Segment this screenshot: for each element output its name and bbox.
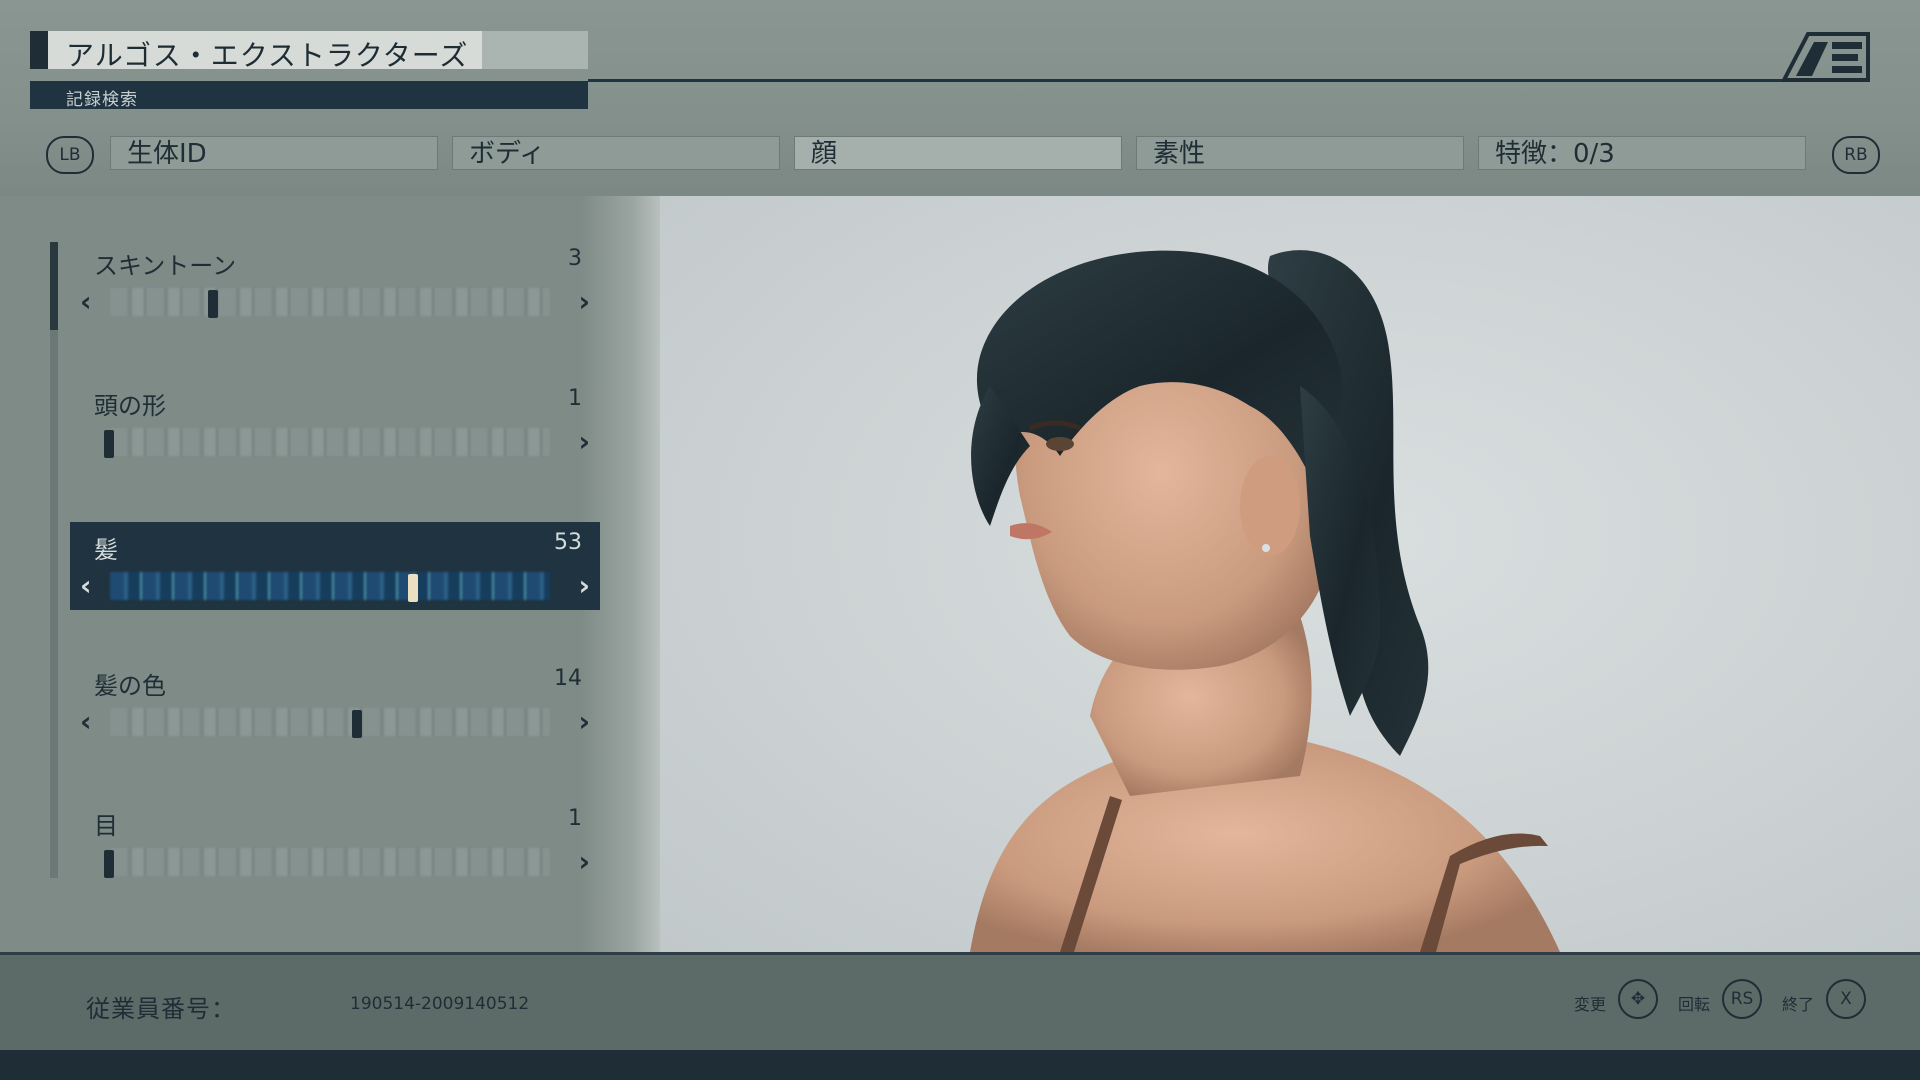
slider-thumb[interactable] xyxy=(104,430,114,458)
rs-stick-icon[interactable]: RS xyxy=(1722,979,1762,1019)
employee-number-label: 従業員番号： xyxy=(86,995,236,1023)
tab-body[interactable]: ボディ xyxy=(452,136,780,170)
slider-value: 3 xyxy=(568,246,582,271)
hint-label: 変更 xyxy=(1574,995,1607,1014)
subtitle-block: 記録検索 xyxy=(30,81,588,110)
chevron-right-icon[interactable]: › xyxy=(578,708,590,736)
slider-thumb[interactable] xyxy=(208,290,218,318)
title-accent xyxy=(30,31,48,69)
slider-thumb[interactable] xyxy=(408,574,418,602)
header-divider xyxy=(588,79,1794,82)
earring-shape xyxy=(1262,544,1270,552)
slider-track[interactable] xyxy=(110,848,550,876)
chevron-left-icon[interactable]: ‹ xyxy=(80,288,92,316)
footer: 従業員番号： 190514-2009140512 変更 ✥ 回転 RS 終了 X xyxy=(0,955,1920,1050)
face-options-panel: スキントーン 3 ‹ › 頭の形 1 › 髪 53 ‹ › 髪の色 14 ‹ ›… xyxy=(0,196,660,952)
title-block: アルゴス・エクストラクターズ xyxy=(30,31,588,72)
slider-track[interactable] xyxy=(110,572,550,600)
ae-logo-icon xyxy=(1782,32,1870,82)
tab-biometric-id[interactable]: 生体ID xyxy=(110,136,438,170)
hint-exit[interactable]: 終了 X xyxy=(1782,979,1882,1023)
chevron-right-icon[interactable]: › xyxy=(578,288,590,316)
slider-label: 髪 xyxy=(94,536,118,564)
tab-face[interactable]: 顔 xyxy=(794,136,1122,170)
page-title: アルゴス・エクストラクターズ xyxy=(66,39,469,72)
chevron-left-icon[interactable]: ‹ xyxy=(80,572,92,600)
hint-label: 終了 xyxy=(1782,995,1815,1014)
chevron-right-icon[interactable]: › xyxy=(578,572,590,600)
tab-background[interactable]: 素性 xyxy=(1136,136,1464,170)
slider-label: 目 xyxy=(94,812,118,840)
chevron-right-icon[interactable]: › xyxy=(578,848,590,876)
slider-hair-color[interactable]: 髪の色 14 ‹ › xyxy=(70,658,600,746)
slider-label: 髪の色 xyxy=(94,672,166,700)
slider-label: 頭の形 xyxy=(94,392,166,420)
ear-shape xyxy=(1240,456,1300,556)
bottom-bar xyxy=(0,1050,1920,1080)
hint-change[interactable]: 変更 ✥ xyxy=(1574,979,1694,1023)
x-button-icon[interactable]: X xyxy=(1826,979,1866,1019)
scrollbar-track[interactable] xyxy=(50,242,58,878)
chevron-right-icon[interactable]: › xyxy=(578,428,590,456)
character-preview-viewport[interactable] xyxy=(660,196,1920,952)
slider-value: 53 xyxy=(554,530,582,555)
dpad-icon[interactable]: ✥ xyxy=(1618,979,1658,1019)
slider-skin-tone[interactable]: スキントーン 3 ‹ › xyxy=(70,238,600,326)
slider-thumb[interactable] xyxy=(352,710,362,738)
hint-rotate[interactable]: 回転 RS xyxy=(1678,979,1798,1023)
character-portrait xyxy=(970,250,1560,952)
slider-track[interactable] xyxy=(110,708,550,736)
slider-hair[interactable]: 髪 53 ‹ › xyxy=(70,522,600,610)
rb-bumper-button[interactable]: RB xyxy=(1832,136,1880,174)
slider-head-shape[interactable]: 頭の形 1 › xyxy=(70,378,600,466)
eye-shape xyxy=(1046,437,1074,451)
employee-number-value: 190514-2009140512 xyxy=(350,994,530,1014)
slider-thumb[interactable] xyxy=(104,850,114,878)
slider-track[interactable] xyxy=(110,288,550,316)
header: アルゴス・エクストラクターズ 記録検索 LB 生体ID ボディ 顔 素性 特徴：… xyxy=(0,0,1920,196)
hint-label: 回転 xyxy=(1678,995,1711,1014)
tab-traits[interactable]: 特徴：0/3 xyxy=(1478,136,1806,170)
slider-track[interactable] xyxy=(110,428,550,456)
page-subtitle: 記録検索 xyxy=(66,90,138,110)
slider-value: 1 xyxy=(568,806,582,831)
slider-value: 1 xyxy=(568,386,582,411)
slider-value: 14 xyxy=(554,666,582,691)
chevron-left-icon[interactable]: ‹ xyxy=(80,708,92,736)
lb-bumper-button[interactable]: LB xyxy=(46,136,94,174)
scrollbar-thumb[interactable] xyxy=(50,242,58,330)
slider-label: スキントーン xyxy=(94,252,237,280)
slider-eyes[interactable]: 目 1 › xyxy=(70,798,600,886)
